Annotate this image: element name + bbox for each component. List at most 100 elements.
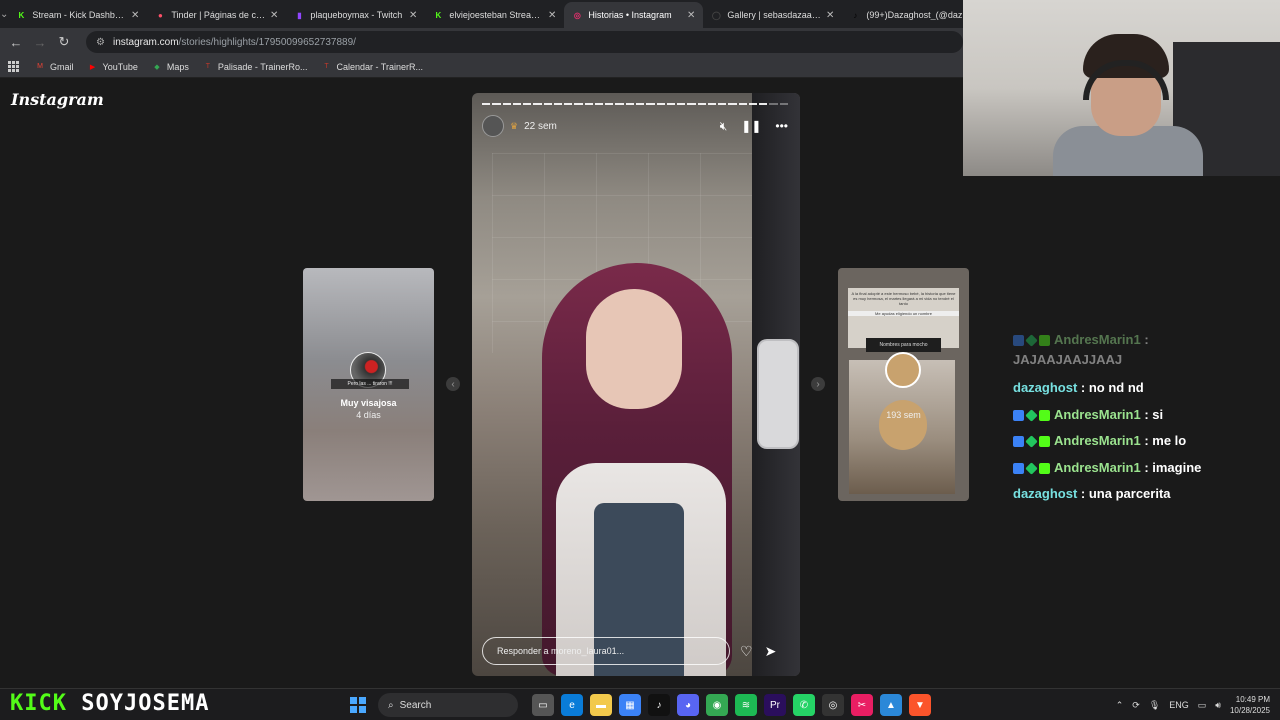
chat-username: AndresMarin1	[1054, 459, 1141, 475]
taskbar-search[interactable]: ⌕ Search	[378, 693, 518, 717]
tab-search-icon[interactable]: ⌄	[0, 0, 8, 28]
url-host: instagram.com	[112, 36, 179, 48]
browser-tab[interactable]: K Stream - Kick Dashboard ✕	[8, 2, 147, 28]
story-progress-bar	[482, 103, 788, 105]
premiere-icon[interactable]: Pr	[764, 694, 786, 716]
system-tray: ⌃ ⟳ 🎙︎ ENG ▭ 🔊︎ 10:49 PM 10/28/2025	[1116, 693, 1270, 717]
chat-message: AndresMarin1 : imagine	[1013, 458, 1263, 485]
chat-separator: :	[1140, 332, 1149, 347]
chat-username: dazaghost	[1013, 380, 1078, 395]
story-progress-segment	[615, 103, 624, 105]
browser-tab[interactable]: ● Tinder | Páginas de citas ✕	[147, 2, 286, 28]
reload-icon[interactable]: ↻	[52, 34, 76, 50]
reply-input[interactable]: Responder a moreno_laura01...	[482, 637, 730, 665]
send-icon[interactable]: ➤	[765, 643, 777, 660]
volume-icon[interactable]: 🔊︎	[1215, 700, 1221, 711]
obs-icon[interactable]: ◎	[822, 694, 844, 716]
close-tab-icon[interactable]: ✕	[270, 10, 278, 21]
previous-story-arrow-icon[interactable]: ‹	[446, 377, 460, 391]
instagram-logo[interactable]: Instagram	[11, 90, 104, 109]
story-viewer[interactable]: ♛ 22 sem 🔇︎ ❚❚ ••• Responder a moreno_la…	[472, 93, 800, 676]
next-story-preview[interactable]: A la final adopté a este hermoso bebé, l…	[838, 268, 969, 501]
sync-icon[interactable]: ⟳	[1132, 700, 1140, 711]
previous-story-preview[interactable]: Pero las ... tiraron !!! Muy visajosa 4 …	[303, 268, 434, 501]
browser-tab-bar: ⌄ K Stream - Kick Dashboard ✕ ● Tinder | Pág…	[0, 0, 963, 28]
address-bar[interactable]: ⚙ instagram.com/stories/highlights/17950…	[86, 31, 963, 53]
story-phone	[757, 339, 799, 449]
bookmark-label: Maps	[166, 61, 189, 72]
close-tab-icon[interactable]: ✕	[687, 10, 695, 21]
browser-tab[interactable]: ◯ Gallery | sebasdazaa | VSC ✕	[703, 2, 842, 28]
browser-toolbar: ← → ↻ ⚙ instagram.com/stories/highlights…	[0, 28, 963, 56]
language-indicator[interactable]: ENG	[1169, 700, 1189, 710]
forward-icon[interactable]: →	[28, 35, 52, 50]
chat-separator: :	[1077, 380, 1089, 395]
previous-story-name: Muy visajosa	[340, 398, 397, 408]
tiktok-icon[interactable]: ♪	[648, 694, 670, 716]
like-heart-icon[interactable]: ♡	[740, 643, 753, 660]
photos-icon[interactable]: ▲	[880, 694, 902, 716]
bookmark-label: Calendar - TrainerR...	[336, 61, 423, 72]
next-story-label: Nombres para mocho	[866, 338, 941, 352]
next-story-arrow-icon[interactable]: ›	[811, 377, 825, 391]
previous-story-age: 4 días	[356, 410, 381, 420]
search-icon: ⌕	[388, 699, 394, 711]
spotify-icon[interactable]: ≋	[735, 694, 757, 716]
close-tab-icon[interactable]: ✕	[409, 10, 417, 21]
story-progress-segment	[482, 103, 491, 105]
task-view-icon[interactable]: ▭	[532, 694, 554, 716]
browser-tab[interactable]: ◎ Historias • Instagram ✕	[564, 2, 704, 28]
store-icon[interactable]: ▦	[619, 694, 641, 716]
bookmark-item[interactable]: ◆ Maps	[152, 62, 189, 72]
discord-icon[interactable]: ◕	[677, 694, 699, 716]
trainer-icon: T	[324, 63, 329, 70]
browser-tab[interactable]: ♪ (99+)Dazaghost_(@daz	[842, 2, 981, 28]
youtube-icon: ▶	[89, 63, 96, 71]
edge-icon[interactable]: e	[561, 694, 583, 716]
chat-separator: :	[1077, 486, 1089, 501]
story-author-avatar[interactable]	[482, 115, 504, 137]
bookmark-label: YouTube	[102, 61, 138, 72]
story-progress-segment	[769, 103, 778, 105]
chat-text: imagine	[1152, 459, 1202, 475]
close-tab-icon[interactable]: ✕	[131, 10, 139, 21]
chat-separator: :	[1140, 459, 1153, 475]
story-progress-segment	[677, 103, 686, 105]
file-explorer-icon[interactable]: ▬	[590, 694, 612, 716]
browser-tab[interactable]: Kelviejoesteban Stream - W ✕	[425, 2, 564, 28]
chrome-icon[interactable]: ◉	[706, 694, 728, 716]
apps-grid-icon[interactable]	[8, 61, 19, 72]
bookmark-item[interactable]: T Calendar - TrainerR...	[321, 62, 423, 72]
capcut-icon[interactable]: ✂	[851, 694, 873, 716]
pause-icon[interactable]: ❚❚	[741, 119, 761, 133]
mute-icon[interactable]: 🔇︎	[720, 119, 728, 134]
more-options-icon[interactable]: •••	[775, 119, 788, 133]
brave-icon[interactable]: ▼	[909, 694, 931, 716]
story-progress-segment	[759, 103, 768, 105]
windows-start-icon[interactable]	[350, 697, 366, 713]
streamer-username: SOYJOSEMA	[81, 691, 210, 716]
bookmark-item[interactable]: T Palisade - TrainerRo...	[203, 62, 308, 72]
clock[interactable]: 10:49 PM 10/28/2025	[1230, 694, 1270, 716]
chat-message: AndresMarin1 : si	[1013, 405, 1263, 432]
story-progress-segment	[584, 103, 593, 105]
story-progress-segment	[697, 103, 706, 105]
browser-tab[interactable]: ▮ plaqueboymax - Twitch ✕	[286, 2, 425, 28]
story-progress-segment	[738, 103, 747, 105]
show-hidden-icons-icon[interactable]: ⌃	[1116, 700, 1124, 711]
chat-username: AndresMarin1	[1054, 406, 1141, 422]
close-tab-icon[interactable]: ✕	[548, 10, 556, 21]
chat-text: JAJAAJAAJJAAJ	[1013, 352, 1123, 367]
close-tab-icon[interactable]: ✕	[826, 10, 834, 21]
story-progress-segment	[728, 103, 737, 105]
bookmark-item[interactable]: M Gmail	[35, 62, 73, 72]
bookmark-item[interactable]: ▶ YouTube	[88, 62, 138, 72]
back-icon[interactable]: ←	[4, 35, 28, 50]
microphone-icon[interactable]: 🎙︎	[1149, 700, 1160, 711]
site-settings-icon[interactable]: ⚙	[96, 37, 105, 48]
story-progress-segment	[707, 103, 717, 105]
whatsapp-icon[interactable]: ✆	[793, 694, 815, 716]
display-icon[interactable]: ▭	[1198, 700, 1207, 711]
chat-badges-icon	[1013, 408, 1050, 422]
story-progress-segment	[656, 103, 665, 105]
